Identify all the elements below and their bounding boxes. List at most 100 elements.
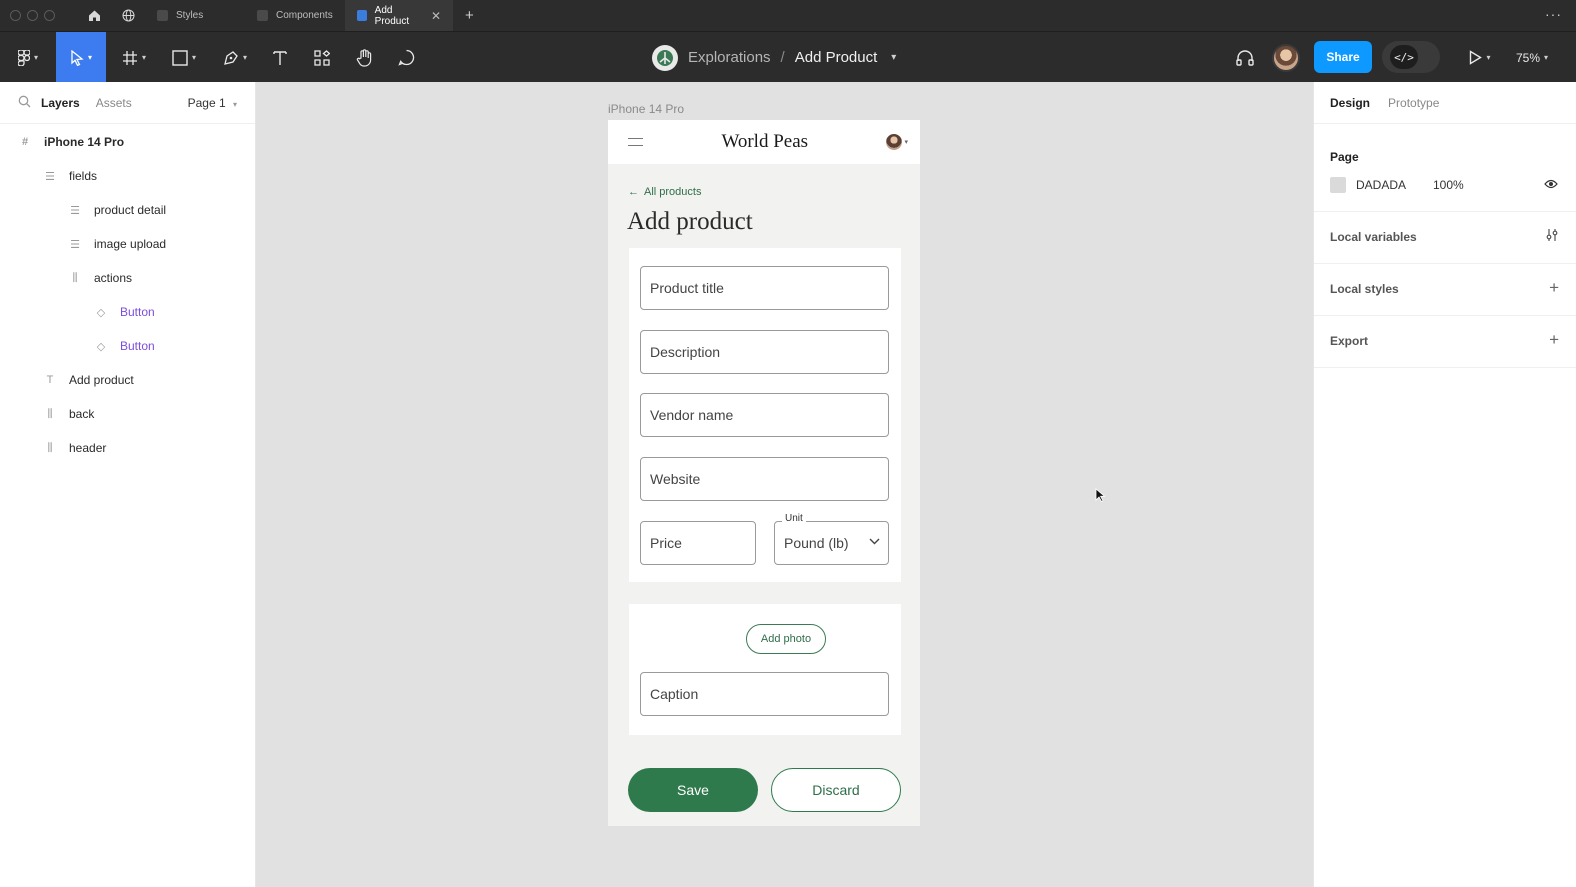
page-opacity-value[interactable]: 100%: [1433, 178, 1464, 192]
auto-layout-vertical-icon: ☰: [70, 238, 80, 251]
product-detail-card: Product title Description Vendor name We…: [629, 248, 901, 582]
zoom-menu[interactable]: 75% ▾: [1516, 32, 1548, 83]
shape-tool-button[interactable]: ▾: [164, 32, 204, 83]
main-menu-button[interactable]: ▾: [8, 32, 48, 83]
dev-mode-toggle[interactable]: </>: [1382, 41, 1440, 73]
present-button[interactable]: ▾: [1460, 32, 1500, 83]
unit-select[interactable]: Unit Pound (lb): [774, 513, 889, 565]
price-field[interactable]: Price: [640, 521, 756, 565]
maximize-window-button[interactable]: [44, 10, 55, 21]
search-icon[interactable]: [18, 95, 31, 111]
layer-button[interactable]: ◇ Button: [94, 331, 155, 361]
back-link[interactable]: ← All products: [628, 186, 701, 198]
avatar: [886, 134, 903, 150]
project-name[interactable]: Explorations: [688, 49, 771, 66]
page-heading: Page: [1330, 150, 1359, 164]
hamburger-menu-icon[interactable]: [628, 138, 643, 146]
tab-bar: Styles Components Add Product ✕ + ···: [0, 0, 1576, 31]
plus-icon[interactable]: +: [1549, 278, 1559, 298]
audio-chat-button[interactable]: [1232, 32, 1258, 83]
vendor-name-field[interactable]: Vendor name: [640, 393, 889, 437]
layer-image-upload[interactable]: ☰ image upload: [68, 229, 166, 259]
local-styles-label: Local styles: [1330, 282, 1399, 296]
iphone-frame[interactable]: World Peas ▾ ← All products Add product …: [608, 120, 920, 826]
tab-styles[interactable]: Styles: [145, 0, 245, 31]
file-icon: [257, 10, 268, 21]
text-tool-button[interactable]: [266, 32, 294, 83]
chevron-down-icon: [869, 536, 880, 548]
properties-tabs: Design Prototype: [1314, 82, 1576, 124]
website-placeholder: Website: [650, 471, 701, 487]
layer-button[interactable]: ◇ Button: [94, 297, 155, 327]
tab-prototype[interactable]: Prototype: [1388, 96, 1439, 110]
layer-label: back: [69, 407, 95, 421]
tab-design[interactable]: Design: [1330, 96, 1370, 110]
page-title: Add product: [627, 208, 753, 235]
file-name[interactable]: Add Product: [795, 49, 878, 66]
globe-icon[interactable]: [111, 0, 145, 31]
page-select[interactable]: Page 1 ▾: [188, 96, 237, 110]
auto-layout-horizontal-icon: ⫼: [72, 271, 78, 284]
caption-placeholder: Caption: [650, 686, 699, 702]
page-color-swatch[interactable]: [1330, 177, 1346, 193]
chevron-down-icon: ▾: [904, 139, 908, 146]
layers-panel: Layers Assets Page 1 ▾ # iPhone 14 Pro ☰…: [0, 82, 256, 887]
pen-tool-button[interactable]: ▾: [214, 32, 256, 83]
tab-assets[interactable]: Assets: [96, 96, 132, 110]
local-variables-label: Local variables: [1330, 230, 1417, 244]
new-tab-icon[interactable]: +: [465, 7, 474, 24]
variables-settings-icon[interactable]: [1545, 228, 1559, 245]
export-section[interactable]: Export +: [1314, 316, 1576, 368]
zoom-level: 75%: [1516, 50, 1541, 65]
layer-add-product[interactable]: T Add product: [43, 365, 134, 395]
share-button[interactable]: Share: [1314, 41, 1372, 73]
close-window-button[interactable]: [10, 10, 21, 21]
chevron-down-icon[interactable]: ▾: [891, 52, 896, 63]
close-tab-icon[interactable]: ✕: [431, 9, 441, 23]
layer-back[interactable]: ⫼ back: [43, 399, 94, 429]
tab-add-product[interactable]: Add Product ✕: [345, 0, 453, 31]
tab-label: Components: [276, 10, 333, 21]
pen-icon: [224, 50, 238, 65]
page-color-value[interactable]: DADADA: [1356, 178, 1406, 192]
account-menu[interactable]: ▾: [886, 134, 908, 150]
unit-label: Unit: [782, 513, 806, 524]
save-button[interactable]: Save: [628, 768, 758, 812]
auto-layout-horizontal-icon: ⫼: [47, 407, 53, 420]
canvas[interactable]: iPhone 14 Pro World Peas ▾ ← All product…: [256, 82, 1313, 887]
tab-layers[interactable]: Layers: [41, 96, 80, 110]
comment-tool-button[interactable]: [392, 32, 420, 83]
eye-icon[interactable]: [1544, 176, 1558, 192]
layer-header[interactable]: ⫼ header: [43, 433, 106, 463]
home-icon[interactable]: [77, 0, 111, 31]
layer-fields[interactable]: ☰ fields: [43, 161, 97, 191]
minimize-window-button[interactable]: [27, 10, 38, 21]
website-field[interactable]: Website: [640, 457, 889, 501]
plus-icon[interactable]: +: [1549, 330, 1559, 350]
product-title-field[interactable]: Product title: [640, 266, 889, 310]
layers-panel-header: Layers Assets Page 1 ▾: [0, 82, 255, 124]
mouse-cursor-icon: [1095, 488, 1106, 507]
layer-iphone-14-pro[interactable]: # iPhone 14 Pro: [18, 127, 124, 157]
app-header: World Peas ▾: [608, 120, 920, 164]
layer-label: iPhone 14 Pro: [44, 135, 125, 149]
avatar[interactable]: [1272, 44, 1300, 72]
discard-button[interactable]: Discard: [771, 768, 901, 812]
description-field[interactable]: Description: [640, 330, 889, 374]
frame-tool-button[interactable]: ▾: [114, 32, 154, 83]
local-variables-section[interactable]: Local variables: [1314, 212, 1576, 264]
add-photo-button[interactable]: Add photo: [746, 624, 826, 654]
move-tool-button[interactable]: ▾: [56, 32, 106, 83]
frame-label[interactable]: iPhone 14 Pro: [608, 102, 684, 116]
more-options-icon[interactable]: ···: [1545, 6, 1562, 22]
tab-components[interactable]: Components: [245, 0, 345, 31]
caption-field[interactable]: Caption: [640, 672, 889, 716]
layer-product-detail[interactable]: ☰ product detail: [68, 195, 166, 225]
headphones-icon: [1236, 49, 1254, 66]
layer-actions[interactable]: ⫼ actions: [68, 263, 132, 293]
resources-tool-button[interactable]: [308, 32, 336, 83]
local-styles-section[interactable]: Local styles +: [1314, 264, 1576, 316]
cursor-icon: [71, 49, 84, 66]
layer-label: Button: [120, 339, 155, 353]
hand-tool-button[interactable]: [350, 32, 378, 83]
